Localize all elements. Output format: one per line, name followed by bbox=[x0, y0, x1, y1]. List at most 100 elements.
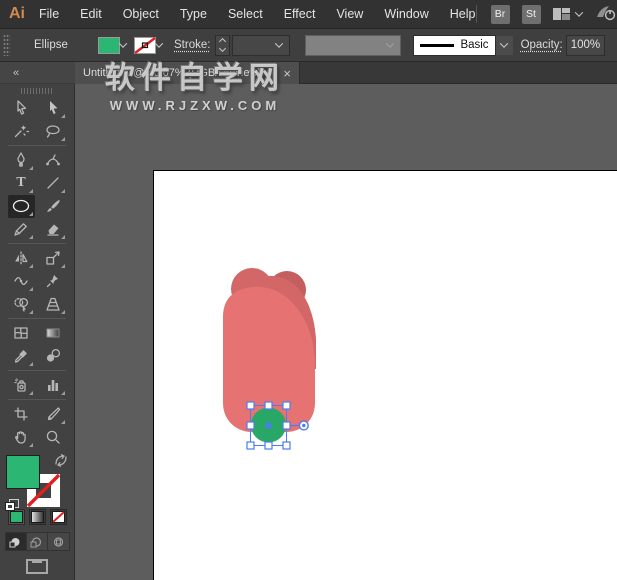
brush-definition-dropdown[interactable]: Basic bbox=[413, 35, 512, 56]
tools-panel: T bbox=[0, 84, 75, 580]
blend-tool[interactable] bbox=[40, 345, 67, 368]
selection-center-point[interactable] bbox=[265, 422, 271, 428]
menu-effect[interactable]: Effect bbox=[284, 7, 316, 21]
reflect-tool[interactable] bbox=[8, 247, 35, 270]
illustrator-window: Ai File Edit Object Type Select Effect V… bbox=[0, 0, 617, 580]
blend-icon bbox=[44, 347, 62, 365]
direct-selection-tool[interactable] bbox=[40, 97, 67, 120]
default-fill-stroke-icon[interactable] bbox=[5, 499, 20, 512]
mesh-tool[interactable] bbox=[8, 322, 35, 345]
eyedropper-tool[interactable] bbox=[8, 345, 35, 368]
menu-view[interactable]: View bbox=[336, 7, 363, 21]
control-bar-grip[interactable] bbox=[3, 34, 10, 56]
paintbrush-icon bbox=[44, 197, 62, 215]
reflect-icon bbox=[12, 249, 30, 267]
artboard[interactable] bbox=[153, 170, 617, 580]
menu-edit[interactable]: Edit bbox=[80, 7, 102, 21]
draw-inside-button[interactable] bbox=[48, 533, 69, 550]
document-tab-title: Untitled-1 @ 66.67% (RGB/Preview) bbox=[83, 67, 277, 79]
hand-tool[interactable] bbox=[8, 426, 35, 449]
swap-fill-stroke-icon[interactable] bbox=[54, 454, 69, 467]
selection-tool[interactable] bbox=[8, 97, 35, 120]
scale-tool[interactable] bbox=[40, 247, 67, 270]
pen-nib-icon bbox=[12, 151, 30, 169]
stroke-weight-dropdown[interactable] bbox=[232, 35, 290, 56]
bar-chart-icon bbox=[44, 376, 62, 394]
type-tool[interactable]: T bbox=[8, 172, 35, 195]
live-shape-widget-dot bbox=[302, 424, 305, 427]
fill-color-control[interactable] bbox=[98, 37, 126, 54]
draw-mode-row bbox=[5, 532, 70, 551]
fill-indicator[interactable] bbox=[6, 455, 40, 489]
shape-builder-tool[interactable] bbox=[8, 293, 35, 316]
screen-mode-button[interactable] bbox=[26, 559, 48, 580]
type-tool-glyph: T bbox=[16, 175, 25, 191]
column-graph-tool[interactable] bbox=[40, 374, 67, 397]
document-tab-bar: Untitled-1 @ 66.67% (RGB/Preview) × bbox=[75, 62, 617, 84]
menu-file[interactable]: File bbox=[39, 7, 59, 21]
menu-object[interactable]: Object bbox=[123, 7, 159, 21]
brush-dropdown-button[interactable] bbox=[496, 36, 513, 55]
stepper-down-icon[interactable] bbox=[219, 45, 226, 52]
magic-wand-tool[interactable] bbox=[8, 120, 35, 143]
cc-sync-icon[interactable] bbox=[594, 3, 616, 26]
opacity-value-field[interactable]: 100% bbox=[566, 35, 605, 56]
toolbar-collapse-button[interactable]: « bbox=[0, 62, 75, 84]
pen-tool[interactable] bbox=[8, 149, 35, 172]
chevron-down-icon bbox=[574, 8, 582, 16]
eraser-icon bbox=[44, 220, 62, 238]
menu-type[interactable]: Type bbox=[180, 7, 207, 21]
menu-separator bbox=[476, 5, 477, 23]
none-button[interactable] bbox=[50, 509, 67, 525]
tool-group-divider bbox=[8, 318, 66, 319]
slice-tool[interactable] bbox=[40, 403, 67, 426]
ellipse-icon bbox=[11, 197, 31, 215]
shaper-tool[interactable] bbox=[8, 218, 35, 241]
stroke-label[interactable]: Stroke: bbox=[174, 39, 210, 51]
perspective-grid-tool[interactable] bbox=[40, 293, 67, 316]
opacity-label[interactable]: Opacity: bbox=[521, 39, 563, 51]
draw-behind-icon bbox=[30, 536, 43, 548]
direct-selection-arrow-icon bbox=[44, 99, 62, 117]
mesh-icon bbox=[12, 324, 30, 342]
document-tab[interactable]: Untitled-1 @ 66.67% (RGB/Preview) × bbox=[75, 62, 300, 84]
draw-behind-button[interactable] bbox=[27, 533, 48, 550]
puppet-warp-tool[interactable] bbox=[40, 270, 67, 293]
bridge-button[interactable]: Br bbox=[491, 5, 510, 24]
tab-close-icon[interactable]: × bbox=[283, 66, 291, 81]
app-logo: Ai bbox=[9, 5, 25, 23]
gradient-button[interactable] bbox=[29, 509, 46, 525]
workspace-switcher-icon[interactable] bbox=[553, 7, 582, 21]
tools-panel-grip[interactable] bbox=[21, 88, 53, 94]
canvas-pasteboard[interactable] bbox=[75, 84, 617, 580]
width-tool[interactable] bbox=[8, 270, 35, 293]
line-segment-tool[interactable] bbox=[40, 172, 67, 195]
menu-select[interactable]: Select bbox=[228, 7, 263, 21]
artboard-tool[interactable] bbox=[8, 403, 35, 426]
magic-wand-icon bbox=[12, 122, 30, 140]
gradient-icon bbox=[44, 324, 62, 342]
paintbrush-tool[interactable] bbox=[40, 195, 67, 218]
stroke-weight-stepper[interactable] bbox=[215, 35, 230, 56]
curvature-tool[interactable] bbox=[40, 149, 67, 172]
zoom-tool[interactable] bbox=[40, 426, 67, 449]
stroke-color-control[interactable] bbox=[134, 37, 162, 54]
gradient-tool[interactable] bbox=[40, 322, 67, 345]
tool-group-divider bbox=[8, 399, 66, 400]
eraser-tool[interactable] bbox=[40, 218, 67, 241]
draw-normal-button[interactable] bbox=[6, 533, 27, 550]
stepper-up-icon[interactable] bbox=[219, 38, 226, 45]
shape-builder-icon bbox=[12, 295, 30, 313]
menu-help[interactable]: Help bbox=[450, 7, 476, 21]
tool-group-divider bbox=[8, 145, 66, 146]
width-icon bbox=[12, 272, 30, 290]
lasso-icon bbox=[44, 122, 62, 140]
line-icon bbox=[44, 174, 62, 192]
ellipse-tool-selected[interactable] bbox=[8, 195, 35, 218]
tool-group-divider bbox=[8, 243, 66, 244]
lasso-tool[interactable] bbox=[40, 120, 67, 143]
draw-normal-icon bbox=[9, 536, 22, 548]
stock-button[interactable]: St bbox=[522, 5, 541, 24]
menu-window[interactable]: Window bbox=[384, 7, 428, 21]
symbol-sprayer-tool[interactable] bbox=[8, 374, 35, 397]
